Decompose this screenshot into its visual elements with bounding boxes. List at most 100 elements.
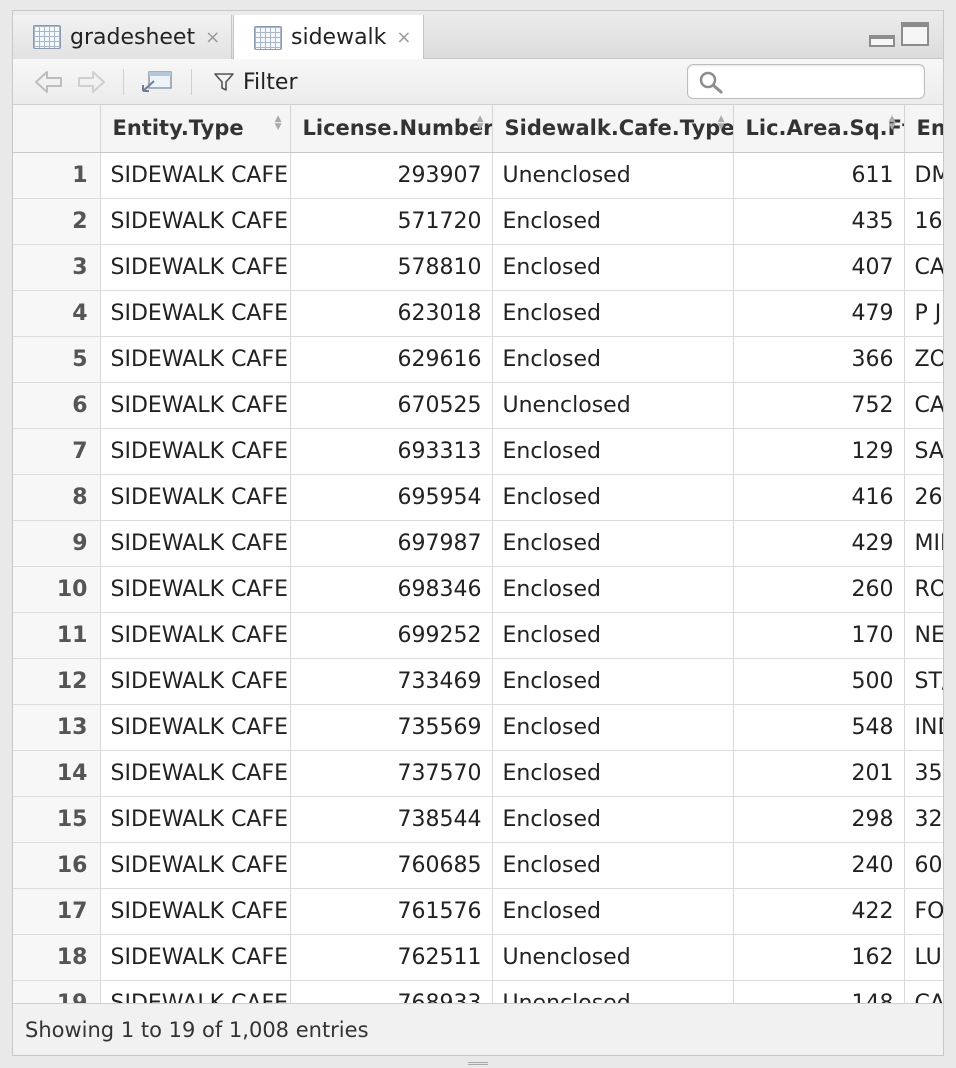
row-number-cell: 17	[13, 888, 101, 935]
truncated-cell: ZO	[904, 336, 943, 383]
cafe-type-cell: Enclosed	[492, 336, 734, 383]
column-header-sidewalk-cafe-type[interactable]: Sidewalk.Cafe.Type ▲ ▼	[492, 105, 734, 153]
entity-type-cell: SIDEWALK CAFE	[100, 382, 291, 429]
row-number-cell: 7	[13, 428, 101, 475]
funnel-icon	[214, 73, 234, 91]
table-row[interactable]: 16 SIDEWALK CAFE 760685 Enclosed 240 60	[13, 842, 943, 889]
entity-type-cell: SIDEWALK CAFE	[100, 198, 291, 245]
row-number-cell: 10	[13, 566, 101, 613]
truncated-cell: CA	[904, 382, 943, 429]
entity-type-cell: SIDEWALK CAFE	[100, 290, 291, 337]
license-number-cell: 695954	[290, 474, 493, 521]
entity-type-cell: SIDEWALK CAFE	[100, 796, 291, 843]
entity-type-cell: SIDEWALK CAFE	[100, 428, 291, 475]
table-row[interactable]: 18 SIDEWALK CAFE 762511 Unenclosed 162 LU	[13, 934, 943, 981]
truncated-cell: IND	[904, 704, 943, 751]
lic-area-cell: 407	[733, 244, 905, 291]
cafe-type-cell: Enclosed	[492, 796, 734, 843]
entity-type-cell: SIDEWALK CAFE	[100, 704, 291, 751]
truncated-cell: ST/	[904, 658, 943, 705]
table-row[interactable]: 7SIDEWALK CAFE693313Enclosed129SAI	[13, 428, 943, 475]
data-table: Entity.Type ▲ ▼ License.Number ▲ ▼ Sidewal…	[13, 105, 943, 1005]
lic-area-cell: 752	[733, 382, 905, 429]
table-row[interactable]: 1SIDEWALK CAFE293907Unenclosed611DM	[13, 152, 943, 199]
maximize-pane-button[interactable]	[901, 22, 929, 46]
table-row[interactable]: 19 SIDEWALK CAFE 768933 Unenclosed 148 CA	[13, 980, 943, 1005]
table-row[interactable]: 8 SIDEWALK CAFE 695954 Enclosed 416 26	[13, 474, 943, 521]
filter-button[interactable]: Filter	[213, 67, 297, 97]
truncated-cell: 35	[904, 750, 943, 797]
tab-label: sidewalk	[291, 25, 387, 50]
tab-sidewalk[interactable]: sidewalk ×	[233, 15, 424, 60]
entity-type-cell: SIDEWALK CAFE	[100, 934, 291, 981]
cafe-type-cell: Unenclosed	[492, 934, 734, 981]
table-row[interactable]: 11 SIDEWALK CAFE 699252 Enclosed 170 NE	[13, 612, 943, 659]
column-header-label: Sidewalk.Cafe.Type	[504, 116, 733, 141]
search-box[interactable]	[687, 64, 925, 99]
table-row[interactable]: 2 SIDEWALK CAFE 571720 Enclosed 435 16	[13, 198, 943, 245]
entity-type-cell: SIDEWALK CAFE	[100, 336, 291, 383]
table-row[interactable]: 14 SIDEWALK CAFE 737570 Enclosed 201 35	[13, 750, 943, 797]
row-number-cell: 1	[13, 152, 101, 199]
window-controls	[869, 21, 929, 47]
entity-type-cell: SIDEWALK CAFE	[100, 888, 291, 935]
pane-resize-handle[interactable]	[468, 1062, 488, 1065]
table-row[interactable]: 6 SIDEWALK CAFE 670525 Unenclosed 752 CA	[13, 382, 943, 429]
column-header-label: License.Number	[302, 116, 492, 141]
entity-type-cell: SIDEWALK CAFE	[100, 474, 291, 521]
cafe-type-cell: Unenclosed	[492, 152, 734, 199]
cafe-type-cell: Enclosed	[492, 704, 734, 751]
truncated-cell: DM	[904, 152, 943, 199]
lic-area-cell: 435	[733, 198, 905, 245]
lic-area-cell: 366	[733, 336, 905, 383]
cafe-type-cell: Enclosed	[492, 520, 734, 567]
truncated-cell: LU	[904, 934, 943, 981]
cafe-type-cell: Unenclosed	[492, 980, 734, 1005]
cafe-type-cell: Enclosed	[492, 244, 734, 291]
table-row[interactable]: 13SIDEWALK CAFE735569Enclosed548IND	[13, 704, 943, 751]
tab-close-icon[interactable]: ×	[205, 27, 220, 48]
header-row: Entity.Type ▲ ▼ License.Number ▲ ▼ Sidewal…	[13, 105, 943, 153]
column-header-lic-area[interactable]: Lic.Area.Sq.Ft ▲ ▼	[733, 105, 905, 153]
cafe-type-cell: Enclosed	[492, 658, 734, 705]
entity-type-cell: SIDEWALK CAFE	[100, 842, 291, 889]
row-number-cell: 18	[13, 934, 101, 981]
lic-area-cell: 260	[733, 566, 905, 613]
column-header-entity-type[interactable]: Entity.Type ▲ ▼	[100, 105, 291, 153]
table-row[interactable]: 15 SIDEWALK CAFE 738544 Enclosed 298 32	[13, 796, 943, 843]
table-grid-icon	[33, 25, 61, 49]
show-in-window-button[interactable]	[139, 67, 175, 97]
row-number-cell: 4	[13, 290, 101, 337]
column-header-label: Lic.Area.Sq.Ft	[745, 116, 904, 141]
table-row[interactable]: 9SIDEWALK CAFE697987Enclosed429MII	[13, 520, 943, 567]
tab-close-icon[interactable]: ×	[396, 27, 411, 48]
truncated-cell: 16	[904, 198, 943, 245]
column-header-license-number[interactable]: License.Number ▲ ▼	[290, 105, 493, 153]
row-number-cell: 6	[13, 382, 101, 429]
table-row[interactable]: 10SIDEWALK CAFE698346Enclosed260RO	[13, 566, 943, 613]
back-arrow-icon	[35, 71, 62, 93]
tab-gradesheet[interactable]: gradesheet ×	[13, 15, 232, 59]
sort-arrows-icon: ▲ ▼	[476, 114, 484, 132]
column-header-truncated[interactable]: En	[904, 105, 943, 153]
table-row[interactable]: 17 SIDEWALK CAFE 761576 Enclosed 422 FO	[13, 888, 943, 935]
forward-button[interactable]	[75, 67, 107, 97]
back-button[interactable]	[33, 67, 65, 97]
lic-area-cell: 429	[733, 520, 905, 567]
minimize-pane-button[interactable]	[869, 35, 895, 47]
entity-type-cell: SIDEWALK CAFE	[100, 612, 291, 659]
data-grid[interactable]: Entity.Type ▲ ▼ License.Number ▲ ▼ Sidewal…	[13, 105, 943, 1005]
lic-area-cell: 148	[733, 980, 905, 1005]
column-header-label: Entity.Type	[112, 116, 244, 141]
license-number-cell: 735569	[290, 704, 493, 751]
lic-area-cell: 201	[733, 750, 905, 797]
table-row[interactable]: 12SIDEWALK CAFE733469Enclosed500ST/	[13, 658, 943, 705]
search-input[interactable]	[730, 71, 910, 92]
sort-arrows-icon: ▲ ▼	[888, 114, 896, 132]
table-row[interactable]: 5SIDEWALK CAFE629616Enclosed366ZO	[13, 336, 943, 383]
cafe-type-cell: Enclosed	[492, 842, 734, 889]
row-number-cell: 11	[13, 612, 101, 659]
entity-type-cell: SIDEWALK CAFE	[100, 152, 291, 199]
table-row[interactable]: 4 SIDEWALK CAFE 623018 Enclosed 479 P J	[13, 290, 943, 337]
table-row[interactable]: 3 SIDEWALK CAFE 578810 Enclosed 407 CA	[13, 244, 943, 291]
